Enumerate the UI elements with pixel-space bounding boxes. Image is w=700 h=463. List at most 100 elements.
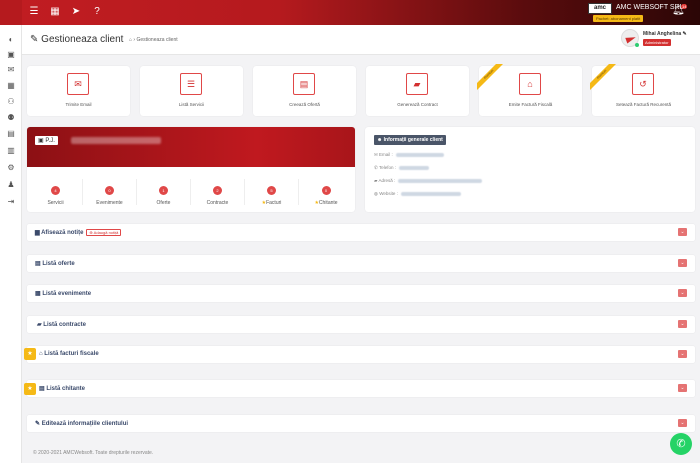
- globe-icon: ◍: [374, 191, 378, 196]
- breadcrumb-current: Gestioneaza client: [136, 37, 178, 43]
- folder-icon: ▰: [37, 322, 42, 328]
- stat-invoices[interactable]: 5 ★Facturi: [245, 179, 299, 206]
- user-name: Mihai Anghelina ✎: [643, 31, 687, 37]
- brand-logo[interactable]: [0, 0, 22, 25]
- plan-badge: Pachet: abonament platit: [593, 15, 644, 22]
- page-title: ✎ Gestioneaza client: [30, 34, 124, 45]
- calendar-icon[interactable]: ▦: [5, 81, 17, 91]
- premium-star-badge: ★: [24, 383, 36, 395]
- briefcase-icon[interactable]: ▣: [5, 50, 17, 60]
- stat-offers[interactable]: 1 Oferte: [137, 179, 191, 206]
- premium-ribbon: Premium: [590, 64, 616, 90]
- home-icon[interactable]: ⌂: [129, 37, 132, 43]
- card-label: Listă Servicii: [178, 102, 205, 107]
- client-name-redacted: [71, 137, 161, 144]
- redacted-value: [395, 152, 444, 157]
- envelope-icon[interactable]: ✉: [5, 65, 17, 75]
- footer-copyright: © 2020-2021 AMCWebsoft. Toate drepturile…: [33, 450, 154, 456]
- chevron-down-icon[interactable]: ⌄: [678, 228, 687, 236]
- document-icon: ▤: [293, 73, 315, 95]
- redacted-value: [398, 165, 429, 170]
- list-icon: ☰: [180, 73, 202, 95]
- top-toolbar: ☰ ▦ ➤ ?: [28, 6, 103, 18]
- info-website: ◍ Website :: [374, 191, 461, 197]
- premium-star-badge: ★: [24, 348, 36, 360]
- stat-events[interactable]: 0 Evenimente: [83, 179, 137, 206]
- add-user-icon[interactable]: ⚇: [5, 97, 17, 107]
- stat-receipts[interactable]: 0 ★Chitante: [299, 179, 353, 206]
- chevron-down-icon[interactable]: ⌄: [678, 350, 687, 358]
- client-info-card: ☻ Informații generale client ✉ Email : ✆…: [365, 127, 695, 212]
- note-icon: ▆: [35, 230, 40, 237]
- action-cards: ✉ Trimite Email ☰ Listă Servicii ▤ Creea…: [27, 64, 697, 116]
- info-title: ☻ Informații generale client: [374, 135, 446, 145]
- chevron-down-icon[interactable]: ⌄: [678, 384, 687, 392]
- notes-section[interactable]: ▆ Afisează notițe ⊕ Adaugă notiță ⌄: [27, 224, 695, 241]
- info-phone: ✆ Telefon :: [374, 165, 429, 171]
- cogs-icon[interactable]: ⚙: [5, 163, 17, 173]
- card-label: Generează Contract: [397, 102, 438, 107]
- client-summary-card: ▣ P.J. 4 Servicii 0 Evenimente 1 Oferte 2 Co…: [27, 127, 355, 212]
- redacted-value: [398, 178, 483, 183]
- invoices-section[interactable]: ⌂ Listă facturi fiscale ⌄: [27, 346, 695, 363]
- send-email-card[interactable]: ✉ Trimite Email: [27, 66, 130, 116]
- user-icon: ☻: [377, 137, 383, 143]
- chart-icon[interactable]: ▥: [5, 146, 17, 156]
- info-address: ▰ Adresă :: [374, 178, 483, 184]
- chevron-down-icon[interactable]: ⌄: [678, 259, 687, 267]
- edit-icon[interactable]: ✎: [683, 31, 687, 37]
- chevron-down-icon[interactable]: ⌄: [678, 320, 687, 328]
- create-offer-card[interactable]: ▤ Creează Ofertă: [253, 66, 356, 116]
- edit-client-section[interactable]: ✎ Editează informațiile clientului ⌄: [27, 415, 695, 432]
- company-logo: amc: [588, 3, 612, 14]
- card-label: Emite Factură Fiscală: [508, 102, 553, 107]
- chevron-down-icon[interactable]: ⌄: [678, 289, 687, 297]
- menu-icon[interactable]: ☰: [28, 6, 40, 18]
- users-icon[interactable]: ⚉: [5, 113, 17, 123]
- contracts-section[interactable]: ▰ Listă contracte ⌄: [27, 316, 695, 333]
- chevron-down-icon[interactable]: ⌄: [678, 419, 687, 427]
- generate-contract-card[interactable]: ▰ Generează Contract: [366, 66, 469, 116]
- premium-ribbon: Premium: [477, 64, 503, 90]
- edit-icon: ✎: [35, 421, 41, 427]
- document-icon[interactable]: ▤: [5, 129, 17, 139]
- stat-contracts[interactable]: 2 Contracte: [191, 179, 245, 206]
- dashboard-icon[interactable]: ◐: [5, 35, 17, 45]
- redacted-value: [400, 191, 461, 196]
- user-secret-icon[interactable]: ♟: [5, 180, 17, 190]
- refresh-icon: ↺: [632, 73, 654, 95]
- document-icon: ▤: [35, 261, 41, 267]
- user-menu[interactable]: Mihai Anghelina ✎ Administrator: [621, 29, 697, 51]
- whatsapp-icon[interactable]: ✆: [670, 433, 692, 455]
- card-label: Setează Factură Recurentă: [615, 102, 672, 107]
- folder-icon: ▰: [374, 178, 378, 183]
- client-banner: ▣ P.J.: [27, 127, 355, 167]
- role-badge: Administrator: [643, 39, 671, 46]
- client-name: ▣ P.J.: [35, 136, 58, 145]
- send-icon[interactable]: ➤: [70, 6, 82, 18]
- add-note-button[interactable]: ⊕ Adaugă notiță: [86, 229, 122, 236]
- bank-icon: ⌂: [39, 351, 43, 357]
- logout-icon[interactable]: ⇥: [5, 197, 17, 207]
- card-label: Creează Ofertă: [289, 102, 320, 107]
- issue-invoice-card[interactable]: Premium ⌂ Emite Factură Fiscală: [477, 64, 582, 116]
- recurring-invoice-card[interactable]: Premium ↺ Setează Factură Recurentă: [590, 64, 695, 116]
- folder-icon: ▰: [406, 73, 428, 95]
- calendar-icon[interactable]: ▦: [49, 6, 61, 18]
- offers-section[interactable]: ▤ Listă oferte ⌄: [27, 255, 695, 272]
- stat-services[interactable]: 4 Servicii: [29, 179, 83, 206]
- sidebar: ◐ ▣ ✉ ▦ ⚇ ⚉ ▤ ▥ ⚙ ♟ ⇥: [0, 25, 22, 463]
- receipts-section[interactable]: ▤ Listă chitante ⌄: [27, 380, 695, 397]
- events-section[interactable]: ▦ Listă evenimente ⌄: [27, 285, 695, 302]
- calendar-icon: ▦: [35, 291, 41, 297]
- bank-icon: ⌂: [519, 73, 541, 95]
- card-label: Trimite Email: [65, 102, 92, 107]
- online-indicator: [635, 43, 639, 47]
- phone-icon: ✆: [374, 165, 378, 170]
- document-icon: ▤: [39, 386, 45, 392]
- services-list-card[interactable]: ☰ Listă Servicii: [140, 66, 243, 116]
- info-email: ✉ Email :: [374, 152, 444, 158]
- client-stats: 4 Servicii 0 Evenimente 1 Oferte 2 Contracte…: [27, 179, 355, 206]
- help-icon[interactable]: ?: [91, 6, 103, 18]
- id-card-icon: ▣: [38, 138, 44, 144]
